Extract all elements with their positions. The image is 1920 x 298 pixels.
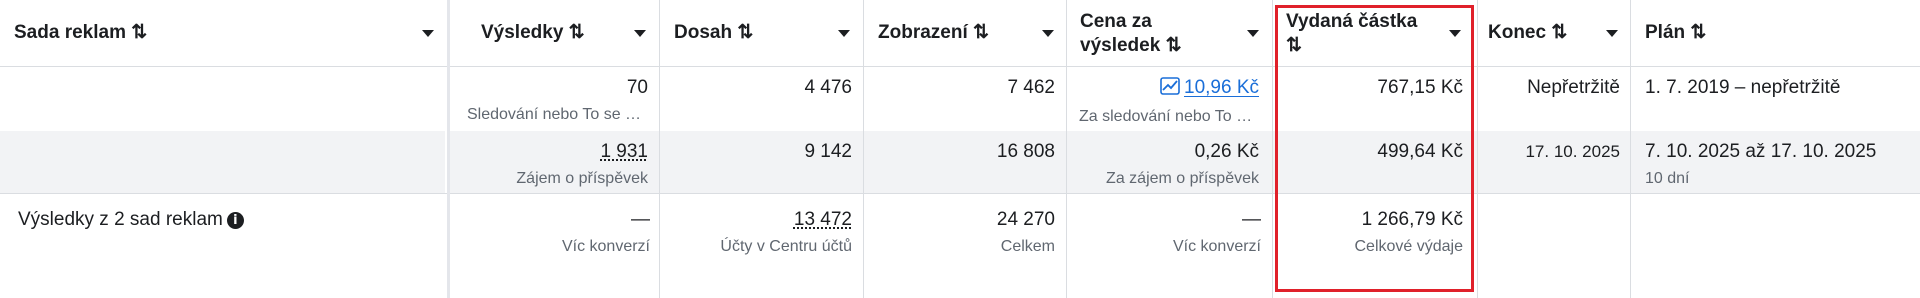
row2-end: 17. 10. 2025 [1525, 142, 1620, 161]
row1-plan: 1. 7. 2019 – nepřetržitě [1645, 77, 1841, 98]
highlight-box [1275, 5, 1474, 292]
header-reach[interactable]: Dosah ⇅ [660, 0, 863, 66]
ads-table: Sada reklam ⇅ Výsledky ⇅ Dosah ⇅ Zobraze… [0, 0, 1920, 298]
header-results-label: Výsledky ⇅ [481, 22, 585, 43]
summary-results: — Víc konverzí [561, 209, 650, 255]
row2-reach: 9 142 [804, 141, 852, 162]
header-plan[interactable]: Plán ⇅ [1631, 0, 1920, 66]
chevron-down-icon[interactable] [634, 30, 646, 37]
row1-cost-per-result: 10,96 Kč Za sledování nebo To … [1079, 77, 1259, 125]
summary-reach: 13 472 Účty v Centru účtů [720, 209, 852, 255]
chevron-down-icon[interactable] [1042, 30, 1054, 37]
header-adset-label: Sada reklam ⇅ [14, 22, 148, 43]
summary-cost-per-result: — Víc konverzí [1172, 209, 1261, 255]
header-impressions-label: Zobrazení ⇅ [878, 22, 989, 43]
cpr-link[interactable]: 10,96 Kč [1184, 77, 1259, 98]
header-results[interactable]: Výsledky ⇅ [450, 0, 659, 66]
header-cpr-line1: Cena za [1080, 11, 1152, 32]
row1-impressions: 7 462 [1007, 77, 1055, 98]
row2-plan: 7. 10. 2025 až 17. 10. 2025 10 dní [1645, 141, 1877, 187]
row1-results: 70 Sledování nebo To se … [467, 77, 648, 123]
summary-divider [0, 193, 1920, 194]
row-2-background [0, 131, 445, 193]
results-value[interactable]: 1 931 [600, 141, 648, 162]
trend-chart-icon[interactable] [1160, 77, 1180, 102]
chevron-down-icon[interactable] [422, 30, 434, 37]
summary-label: Výsledky z 2 sad reklam i [18, 208, 438, 232]
summary-impressions: 24 270 Celkem [996, 209, 1055, 255]
row2-cost-per-result: 0,26 Kč Za zájem o příspěvek [1106, 141, 1259, 187]
chevron-down-icon[interactable] [838, 30, 850, 37]
header-cpr-line2: výsledek ⇅ [1080, 35, 1182, 56]
header-end[interactable]: Konec ⇅ [1478, 0, 1630, 66]
row1-end: Nepřetržitě [1527, 77, 1620, 98]
header-impressions[interactable]: Zobrazení ⇅ [864, 0, 1066, 66]
row1-reach: 4 476 [804, 77, 852, 98]
header-plan-label: Plán ⇅ [1645, 22, 1707, 43]
header-reach-label: Dosah ⇅ [674, 22, 754, 43]
row2-results: 1 931 Zájem o příspěvek [516, 141, 648, 187]
row2-impressions: 16 808 [996, 141, 1055, 162]
header-adset[interactable]: Sada reklam ⇅ [0, 0, 447, 66]
header-divider [0, 66, 1920, 67]
info-icon[interactable]: i [226, 212, 244, 229]
reach-value[interactable]: 13 472 [794, 209, 852, 230]
chevron-down-icon[interactable] [1247, 30, 1259, 37]
chevron-down-icon[interactable] [1606, 30, 1618, 37]
header-end-label: Konec ⇅ [1488, 22, 1568, 43]
header-cost-per-result[interactable]: Cena za výsledek ⇅ [1067, 0, 1272, 66]
